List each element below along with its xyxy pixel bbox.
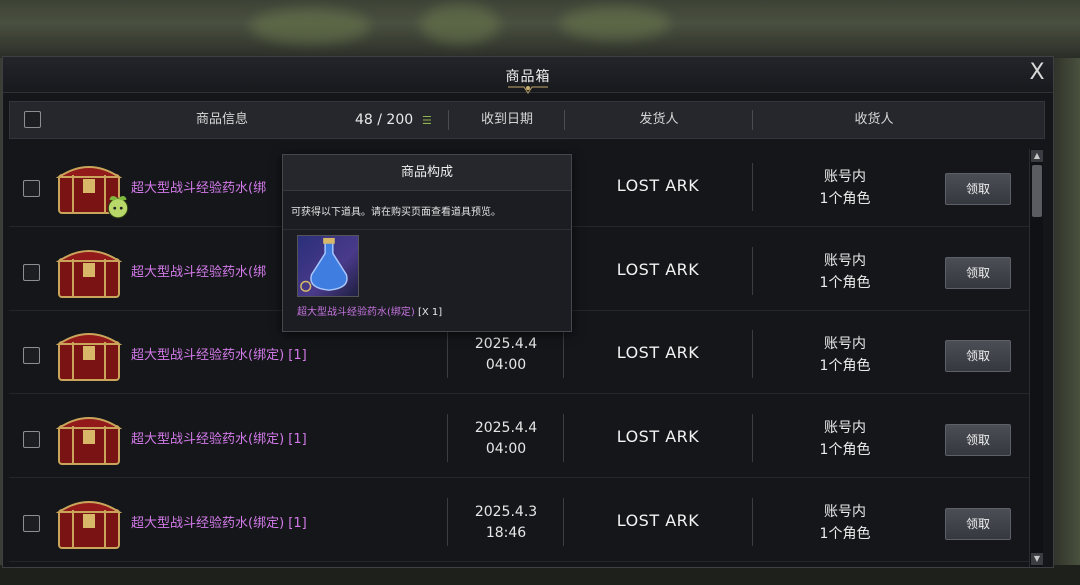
popup-title: 商品构成 [283, 155, 571, 191]
received-date: 2025.4.4 04:00 [449, 418, 563, 460]
receiver-info: 账号内 1个角色 [753, 250, 937, 294]
table-row: 超大型战斗经验药水(绑定) [1] 2025.4.4 04:00 LOST AR… [9, 400, 1029, 478]
claim-button[interactable]: 领取 [945, 257, 1011, 289]
row-divider [563, 414, 564, 462]
row-divider [563, 498, 564, 546]
row-checkbox[interactable] [23, 264, 40, 281]
claim-button[interactable]: 领取 [945, 173, 1011, 205]
popup-item-name: 超大型战斗经验药水(绑定) [297, 307, 415, 318]
scroll-thumb[interactable] [1032, 165, 1042, 217]
item-name: 超大型战斗经验药水(绑定) [1] [131, 432, 307, 447]
table-row: 超大型战斗经验药水(绑定) [1] 2025.4.3 18:46 LOST AR… [9, 484, 1029, 562]
game-background-right [1052, 58, 1080, 568]
receiver-line1: 账号内 [824, 169, 866, 185]
capacity-count: 48 / 200 [355, 112, 414, 128]
row-checkbox[interactable] [23, 515, 40, 532]
time-line: 04:00 [485, 357, 527, 373]
time-line: 04:00 [485, 441, 527, 457]
receiver-line2: 1个角色 [819, 275, 871, 291]
capacity-icon: ☰ [422, 114, 432, 127]
table-header: 商品信息 48 / 200 ☰ 收到日期 发货人 收货人 [9, 101, 1045, 139]
product-composition-popup: 商品构成 可获得以下道具。请在购买页面查看道具预览。 超大型战斗经验药水(绑定)… [282, 154, 572, 332]
date-line: 2025.4.4 [474, 336, 538, 352]
scroll-up-arrow-icon[interactable]: ▲ [1031, 150, 1043, 162]
potion-icon [297, 235, 359, 297]
header-item-info: 商品信息 [195, 112, 248, 127]
receiver-line2: 1个角色 [819, 358, 871, 374]
receiver-info: 账号内 1个角色 [753, 166, 937, 210]
claim-button[interactable]: 领取 [945, 508, 1011, 540]
treasure-chest-icon [55, 417, 123, 465]
date-line: 2025.4.4 [474, 420, 538, 436]
receiver-line1: 账号内 [824, 504, 866, 520]
row-divider [447, 414, 448, 462]
receiver-info: 账号内 1个角色 [753, 501, 937, 545]
item-name: 超大型战斗经验药水(绑 [131, 265, 267, 280]
header-divider [564, 110, 565, 130]
date-line: 2025.4.3 [474, 504, 538, 520]
popup-item-line: 超大型战斗经验药水(绑定) [X 1] [297, 303, 442, 318]
row-checkbox[interactable] [23, 347, 40, 364]
sender-name: LOST ARK [616, 511, 700, 530]
treasure-chest-icon [55, 333, 123, 381]
row-checkbox[interactable] [23, 431, 40, 448]
receiver-info: 账号内 1个角色 [753, 333, 937, 377]
bound-leaf-icon [107, 195, 129, 219]
title-bar: 商品箱 X [3, 57, 1053, 95]
select-all-checkbox[interactable] [24, 111, 41, 128]
received-date: 2025.4.3 18:46 [449, 502, 563, 544]
treasure-chest-icon [55, 250, 123, 298]
row-divider [447, 498, 448, 546]
list-scrollbar[interactable]: ▲ ▼ [1029, 149, 1043, 567]
game-background-top [0, 0, 1080, 58]
row-divider [447, 330, 448, 378]
item-name: 超大型战斗经验药水(绑 [131, 181, 267, 196]
receiver-line2: 1个角色 [819, 442, 871, 458]
header-divider [752, 110, 753, 130]
header-date: 收到日期 [480, 112, 533, 127]
claim-button[interactable]: 领取 [945, 340, 1011, 372]
sender-name: LOST ARK [616, 343, 700, 362]
receiver-info: 账号内 1个角色 [753, 417, 937, 461]
row-checkbox[interactable] [23, 180, 40, 197]
header-sender: 发货人 [639, 112, 679, 127]
sender-name: LOST ARK [616, 176, 700, 195]
potion-glyph [300, 237, 348, 292]
game-background-bottom [0, 565, 1080, 585]
sender-name: LOST ARK [616, 260, 700, 279]
popup-divider [283, 229, 571, 230]
claim-button[interactable]: 领取 [945, 424, 1011, 456]
header-receiver: 收货人 [854, 112, 894, 127]
item-name: 超大型战斗经验药水(绑定) [1] [131, 348, 307, 363]
treasure-chest-icon [55, 501, 123, 549]
title-ornament-icon [508, 86, 548, 95]
header-divider [448, 110, 449, 130]
popup-item-qty: [X 1] [414, 307, 443, 318]
receiver-line1: 账号内 [824, 420, 866, 436]
popup-description: 可获得以下道具。请在购买页面查看道具预览。 [291, 207, 501, 218]
receiver-line2: 1个角色 [819, 526, 871, 542]
close-icon[interactable]: X [1025, 61, 1049, 85]
receiver-line1: 账号内 [824, 253, 866, 269]
sender-name: LOST ARK [616, 427, 700, 446]
receiver-line1: 账号内 [824, 336, 866, 352]
receiver-line2: 1个角色 [819, 191, 871, 207]
scroll-down-arrow-icon[interactable]: ▼ [1031, 553, 1043, 565]
row-divider [563, 330, 564, 378]
item-name: 超大型战斗经验药水(绑定) [1] [131, 516, 307, 531]
received-date: 2025.4.4 04:00 [449, 334, 563, 376]
time-line: 18:46 [485, 525, 527, 541]
